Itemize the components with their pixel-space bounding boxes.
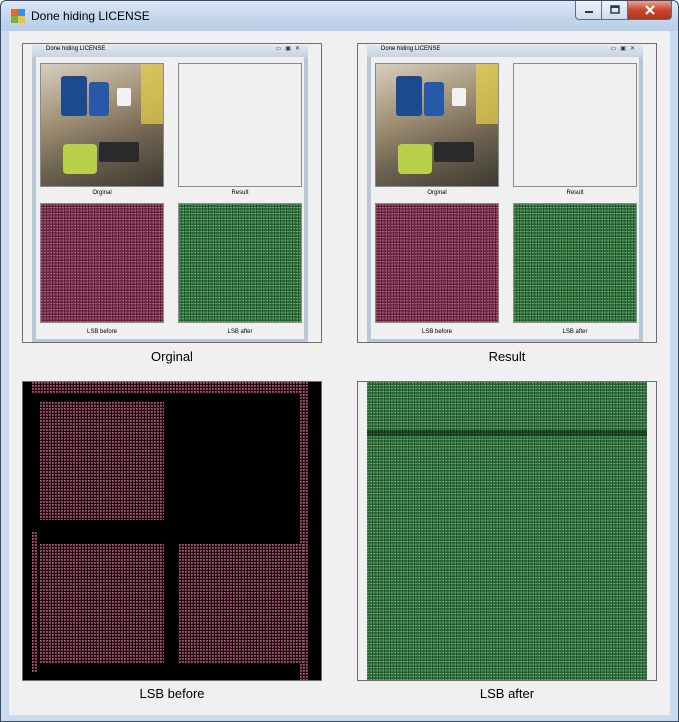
close-button[interactable] — [628, 1, 672, 20]
lsb-before-left-band — [32, 532, 38, 672]
nested-caption-lsb-after: LSB after — [562, 329, 588, 335]
original-picturebox: Done hiding LICENSE ▭▣✕ Orginal Result L… — [22, 43, 322, 343]
caption-buttons — [575, 1, 672, 21]
nested-caption-lsb-after: LSB after — [227, 329, 253, 335]
nested-lsb-after-image — [178, 203, 302, 323]
minimize-button[interactable] — [575, 1, 602, 20]
nested-caption-result: Result — [231, 190, 249, 196]
nested-result-image — [513, 63, 637, 187]
result-picturebox: Done hiding LICENSE ▭▣✕ Orginal Result L… — [357, 43, 657, 343]
lsb-before-picturebox — [22, 381, 322, 681]
nested-caption-original: Orginal — [427, 190, 447, 196]
lsb-after-dark-stripe — [367, 430, 647, 436]
nested-caption-result: Result — [566, 190, 584, 196]
caption-original: Orginal — [151, 349, 193, 364]
minimize-icon — [584, 11, 593, 13]
close-icon — [644, 5, 655, 15]
nested-screenshot: Done hiding LICENSE ▭▣✕ Orginal Result L… — [32, 45, 308, 342]
nested-window-title: Done hiding LICENSE — [46, 46, 106, 52]
window-title: Done hiding LICENSE — [31, 9, 150, 23]
nested-lsb-after-image — [513, 203, 637, 323]
caption-result: Result — [488, 349, 526, 364]
nested-screenshot: Done hiding LICENSE ▭▣✕ Orginal Result L… — [367, 45, 643, 342]
form-client-area: Done hiding LICENSE ▭▣✕ Orginal Result L… — [9, 31, 670, 715]
nested-caption-lsb-before: LSB before — [86, 329, 118, 335]
nested-window-title: Done hiding LICENSE — [381, 46, 441, 52]
nested-caption-original: Orginal — [92, 190, 112, 196]
lsb-before-block-3 — [179, 544, 303, 664]
caption-lsb-before: LSB before — [139, 686, 205, 701]
nested-result-image — [178, 63, 302, 187]
lsb-after-picturebox — [357, 381, 657, 681]
nested-caption-lsb-before: LSB before — [421, 329, 453, 335]
nested-lsb-before-image — [375, 203, 499, 323]
nested-original-image — [40, 63, 164, 187]
maximize-icon — [609, 5, 620, 14]
lsb-after-image — [367, 382, 647, 680]
title-bar[interactable]: Done hiding LICENSE — [1, 1, 678, 31]
lsb-before-top-band — [32, 382, 302, 394]
nested-lsb-before-image — [40, 203, 164, 323]
app-window: Done hiding LICENSE Done hiding LICENSE … — [0, 0, 679, 722]
lsb-before-block-2 — [40, 544, 164, 664]
app-icon[interactable] — [11, 9, 25, 23]
lsb-before-block-1 — [40, 402, 164, 520]
maximize-button[interactable] — [602, 1, 628, 20]
caption-lsb-after: LSB after — [479, 686, 535, 701]
nested-original-image — [375, 63, 499, 187]
